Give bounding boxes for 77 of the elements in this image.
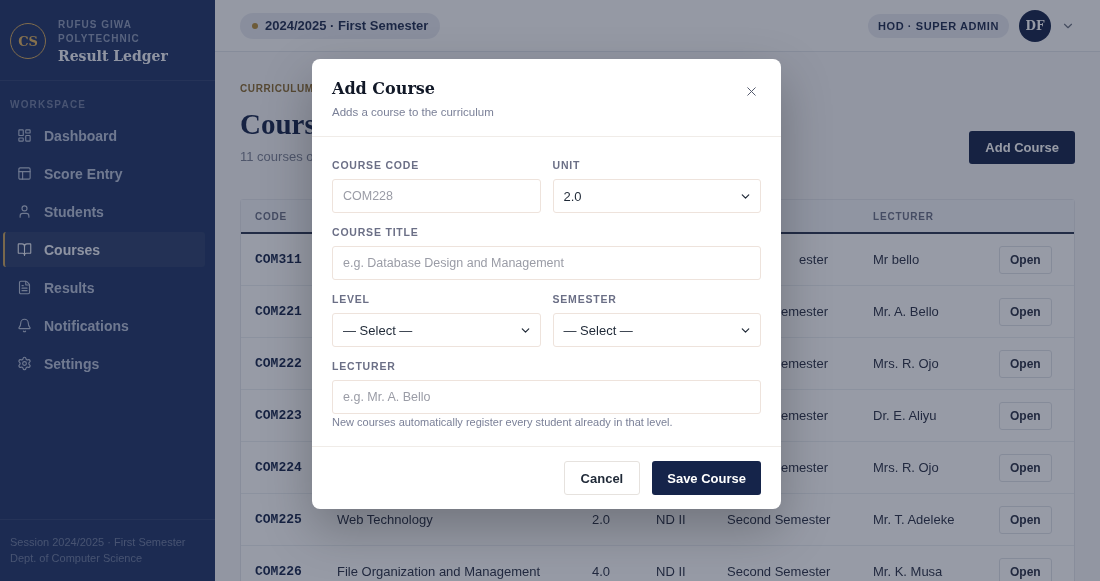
table-cell-text: ester (798, 252, 829, 267)
sidebar-item[interactable]: Courses (3, 232, 205, 267)
dialog-title: Add Course (332, 79, 436, 98)
select-field[interactable]: 2.0 (552, 179, 761, 213)
table-cell-text: COM224 (254, 460, 303, 475)
sidebar-item[interactable]: Dashboard (3, 118, 205, 153)
field-label: LECTURER (332, 360, 397, 372)
sidebar-item[interactable]: Score Entry (3, 156, 205, 191)
user-avatar[interactable]: DF (1019, 9, 1051, 42)
institution-name: RUFUS GIWA POLYTECHNIC (58, 18, 141, 46)
status-dot (252, 22, 258, 29)
page-title: Cours (240, 108, 316, 141)
save-course-button[interactable]: Save Course (652, 461, 761, 495)
column-header: LECTURER (873, 210, 935, 222)
open-button[interactable]: Open (999, 401, 1052, 430)
open-button[interactable]: Open (999, 349, 1052, 378)
text-field[interactable]: COM228 (332, 179, 541, 213)
table-cell-text: ND II (656, 564, 687, 579)
table-cell-text: Dr. E. Aliyu (873, 408, 938, 423)
page-eyebrow: CURRICULUM (240, 83, 314, 94)
app-name: Result Ledger (58, 48, 168, 64)
open-button[interactable]: Open (999, 453, 1052, 482)
field-label: SEMESTER (552, 293, 618, 305)
help-text: New courses automatically register every student already in that level. (332, 416, 674, 428)
nav-icon (17, 318, 32, 333)
table-cell-text: Mrs. R. Ojo (873, 460, 940, 475)
select-field[interactable]: — Select — (552, 313, 761, 347)
field-label: COURSE CODE (332, 159, 420, 171)
table-cell-text: Mr. T. Adeleke (873, 512, 956, 527)
table-cell-text: COM226 (254, 564, 303, 579)
table-cell-text: 2.0 (592, 512, 612, 527)
table-cell-text: emester (780, 304, 829, 319)
table-cell-text: Mr. A. Bello (873, 304, 940, 319)
table-cell-text: Mrs. R. Ojo (873, 356, 940, 371)
table-cell-text: Web Technology (337, 512, 434, 527)
nav-icon (17, 166, 32, 181)
sidebar-item[interactable]: Settings (3, 346, 205, 381)
nav-icon (17, 356, 32, 371)
table-cell-text: Second Semester (727, 512, 832, 527)
nav-icon (17, 128, 32, 143)
table-cell-text: COM223 (254, 408, 303, 423)
nav-icon (17, 204, 32, 219)
column-header: CODE (254, 210, 289, 222)
nav-icon (17, 242, 32, 257)
field-label: LEVEL (332, 293, 371, 305)
dialog-subtitle: Adds a course to the curriculum (332, 106, 494, 118)
open-button[interactable]: Open (999, 297, 1052, 326)
open-button[interactable]: Open (999, 245, 1052, 274)
table-cell-text: Mr. K. Musa (873, 564, 944, 579)
table-cell-text: 4.0 (592, 564, 612, 579)
table-cell-text: ND II (656, 512, 687, 527)
text-field[interactable]: e.g. Database Design and Management (332, 246, 761, 280)
role-badge: HOD · SUPER ADMIN (867, 13, 1009, 38)
table-cell-text: Mr bello (873, 252, 921, 267)
field-label: COURSE TITLE (332, 226, 420, 238)
table-cell-text: emester (780, 356, 829, 371)
cancel-button[interactable]: Cancel (563, 461, 641, 495)
table-cell-text: emester (780, 460, 829, 475)
field-label: UNIT (552, 159, 582, 171)
add-course-button[interactable]: Add Course (969, 131, 1075, 164)
close-icon (744, 84, 759, 99)
session-pill[interactable]: 2024/2025 · First Semester (240, 12, 441, 39)
text-field[interactable]: e.g. Mr. A. Bello (332, 380, 761, 414)
sidebar-item[interactable]: Notifications (3, 308, 205, 343)
table-cell-text: File Organization and Management (337, 564, 542, 579)
table-cell-text: COM225 (254, 512, 303, 527)
nav-icon (17, 280, 32, 295)
table-cell-text: COM221 (254, 304, 303, 319)
table-cell-text: Second Semester (727, 564, 832, 579)
table-cell-text: COM311 (254, 252, 303, 267)
select-field[interactable]: — Select — (332, 313, 541, 347)
sidebar-item[interactable]: Results (3, 270, 205, 305)
table-cell-text: emester (780, 408, 829, 423)
open-button[interactable]: Open (999, 557, 1052, 581)
open-button[interactable]: Open (999, 505, 1052, 534)
sidebar-item[interactable]: Students (3, 194, 205, 229)
session-label: 2024/2025 · First Semester (265, 18, 429, 33)
